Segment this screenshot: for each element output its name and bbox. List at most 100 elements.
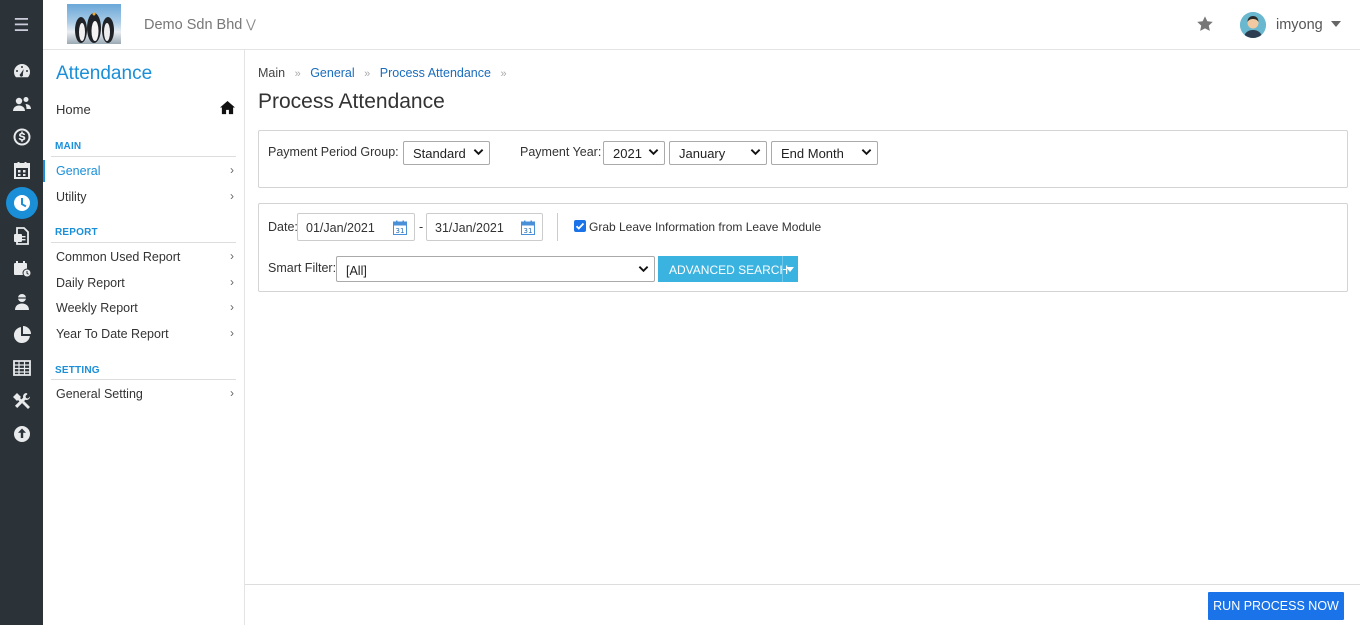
divider xyxy=(782,256,783,282)
pie-chart-icon[interactable] xyxy=(0,318,43,351)
username[interactable]: imyong xyxy=(1276,17,1323,33)
sidebar-item-daily-report[interactable]: Daily Report › xyxy=(43,272,236,294)
icon-rail: ☰ xyxy=(0,0,43,625)
top-bar: Demo Sdn Bhd ⋁ imyong xyxy=(43,0,1360,50)
smart-filter-label: Smart Filter: xyxy=(268,261,337,275)
grab-leave-label[interactable]: Grab Leave Information from Leave Module xyxy=(589,220,821,234)
sidebar-item-label: Weekly Report xyxy=(56,301,138,315)
breadcrumb-separator-icon: » xyxy=(364,68,371,80)
divider xyxy=(51,242,236,243)
calendar-icon[interactable]: 31 xyxy=(393,220,407,235)
tools-icon[interactable] xyxy=(0,384,43,417)
payment-month-select[interactable]: January xyxy=(669,141,767,165)
module-title: Attendance xyxy=(56,63,153,84)
grab-leave-checkbox[interactable] xyxy=(574,220,586,232)
divider xyxy=(557,213,558,241)
chevron-right-icon: › xyxy=(230,189,234,203)
chevron-right-icon: › xyxy=(230,249,234,263)
period-group-select[interactable]: Standard xyxy=(403,141,490,165)
people-icon[interactable] xyxy=(0,87,43,120)
menu-icon[interactable]: ☰ xyxy=(0,0,43,50)
payment-year-label: Payment Year: xyxy=(520,145,602,159)
avatar[interactable] xyxy=(1240,12,1266,38)
chevron-down-icon xyxy=(648,149,659,156)
date-from-field[interactable]: 01/Jan/2021 31 xyxy=(297,213,415,241)
divider xyxy=(51,156,236,157)
date-value: 01/Jan/2021 xyxy=(306,221,375,235)
section-setting: SETTING xyxy=(55,365,100,376)
advanced-search-label: ADVANCED SEARCH xyxy=(669,263,789,277)
svg-text:31: 31 xyxy=(396,227,405,235)
employee-icon[interactable] xyxy=(0,285,43,318)
sidebar-item-utility[interactable]: Utility › xyxy=(43,186,236,208)
sidebar-item-label: Year To Date Report xyxy=(56,327,169,341)
run-process-button[interactable]: RUN PROCESS NOW xyxy=(1208,592,1344,620)
sidebar-item-general[interactable]: General › xyxy=(43,160,236,182)
sidebar-item-home[interactable]: Home xyxy=(56,100,236,117)
select-value: End Month xyxy=(781,146,844,161)
sidebar-item-label: Utility xyxy=(56,190,87,204)
home-icon xyxy=(220,100,235,115)
chevron-right-icon: › xyxy=(230,300,234,314)
date-value: 31/Jan/2021 xyxy=(435,221,504,235)
dashboard-icon[interactable] xyxy=(0,54,43,87)
payment-period-panel: Payment Period Group: Standard Payment Y… xyxy=(258,130,1348,188)
breadcrumb-separator-icon: » xyxy=(294,68,301,80)
calendar-icon[interactable]: 31 xyxy=(521,220,535,235)
sidebar-item-general-setting[interactable]: General Setting › xyxy=(43,383,236,405)
footer-bar: RUN PROCESS NOW xyxy=(245,584,1360,625)
chevron-right-icon: › xyxy=(230,275,234,289)
period-group-label: Payment Period Group: xyxy=(268,145,399,159)
table-icon[interactable] xyxy=(0,351,43,384)
sidebar-item-label: Daily Report xyxy=(56,276,125,290)
select-value: Standard xyxy=(413,146,466,161)
smart-filter-select[interactable]: [All] xyxy=(336,256,655,282)
chevron-right-icon: › xyxy=(230,326,234,340)
check-icon xyxy=(575,222,585,230)
company-logo xyxy=(67,4,121,44)
chevron-down-icon xyxy=(473,149,484,156)
sidebar-item-label: General xyxy=(56,164,101,178)
caret-down-icon[interactable] xyxy=(786,267,794,272)
select-value: 2021 xyxy=(613,146,642,161)
company-selector[interactable]: Demo Sdn Bhd xyxy=(144,17,242,33)
date-label: Date: xyxy=(268,220,298,234)
caret-down-icon[interactable] xyxy=(1331,21,1341,27)
document-icon[interactable] xyxy=(0,219,43,252)
breadcrumb: Main » General » Process Attendance » xyxy=(258,66,513,80)
chevron-down-icon xyxy=(638,266,649,273)
calendar-icon[interactable] xyxy=(0,153,43,186)
page-title: Process Attendance xyxy=(258,90,445,113)
chevron-down-icon xyxy=(861,149,872,156)
leave-calendar-icon[interactable] xyxy=(0,252,43,285)
svg-text:31: 31 xyxy=(524,227,533,235)
date-range-dash: - xyxy=(419,220,424,234)
main-content: Main » General » Process Attendance » Pr… xyxy=(245,50,1360,584)
select-value: January xyxy=(679,146,726,161)
divider xyxy=(51,379,236,380)
sidebar-item-ytd-report[interactable]: Year To Date Report › xyxy=(43,323,236,345)
sidebar: Attendance Home MAIN General › Utility ›… xyxy=(43,50,245,625)
breadcrumb-process-attendance[interactable]: Process Attendance xyxy=(380,66,491,80)
payment-year-select[interactable]: 2021 xyxy=(603,141,665,165)
sidebar-item-label: Home xyxy=(56,102,91,117)
section-report: REPORT xyxy=(55,227,98,238)
select-value: [All] xyxy=(346,264,367,278)
payment-period-select[interactable]: End Month xyxy=(771,141,878,165)
advanced-search-button[interactable]: ADVANCED SEARCH xyxy=(658,256,798,282)
sidebar-item-common-used-report[interactable]: Common Used Report › xyxy=(43,246,236,268)
star-icon[interactable] xyxy=(1196,15,1214,33)
breadcrumb-main: Main xyxy=(258,66,286,80)
attendance-clock-icon[interactable] xyxy=(0,186,43,219)
payroll-icon[interactable] xyxy=(0,120,43,153)
sidebar-item-label: General Setting xyxy=(56,387,143,401)
breadcrumb-separator-icon: » xyxy=(500,68,507,80)
upload-icon[interactable] xyxy=(0,417,43,450)
chevron-down-icon[interactable]: ⋁ xyxy=(246,17,256,31)
section-main: MAIN xyxy=(55,141,82,152)
date-to-field[interactable]: 31/Jan/2021 31 xyxy=(426,213,543,241)
sidebar-item-weekly-report[interactable]: Weekly Report › xyxy=(43,297,236,319)
breadcrumb-general[interactable]: General xyxy=(310,66,354,80)
sidebar-item-label: Common Used Report xyxy=(56,250,181,264)
filter-panel: Date: 01/Jan/2021 31 - 31/Jan/2021 31 Gr… xyxy=(258,203,1348,292)
